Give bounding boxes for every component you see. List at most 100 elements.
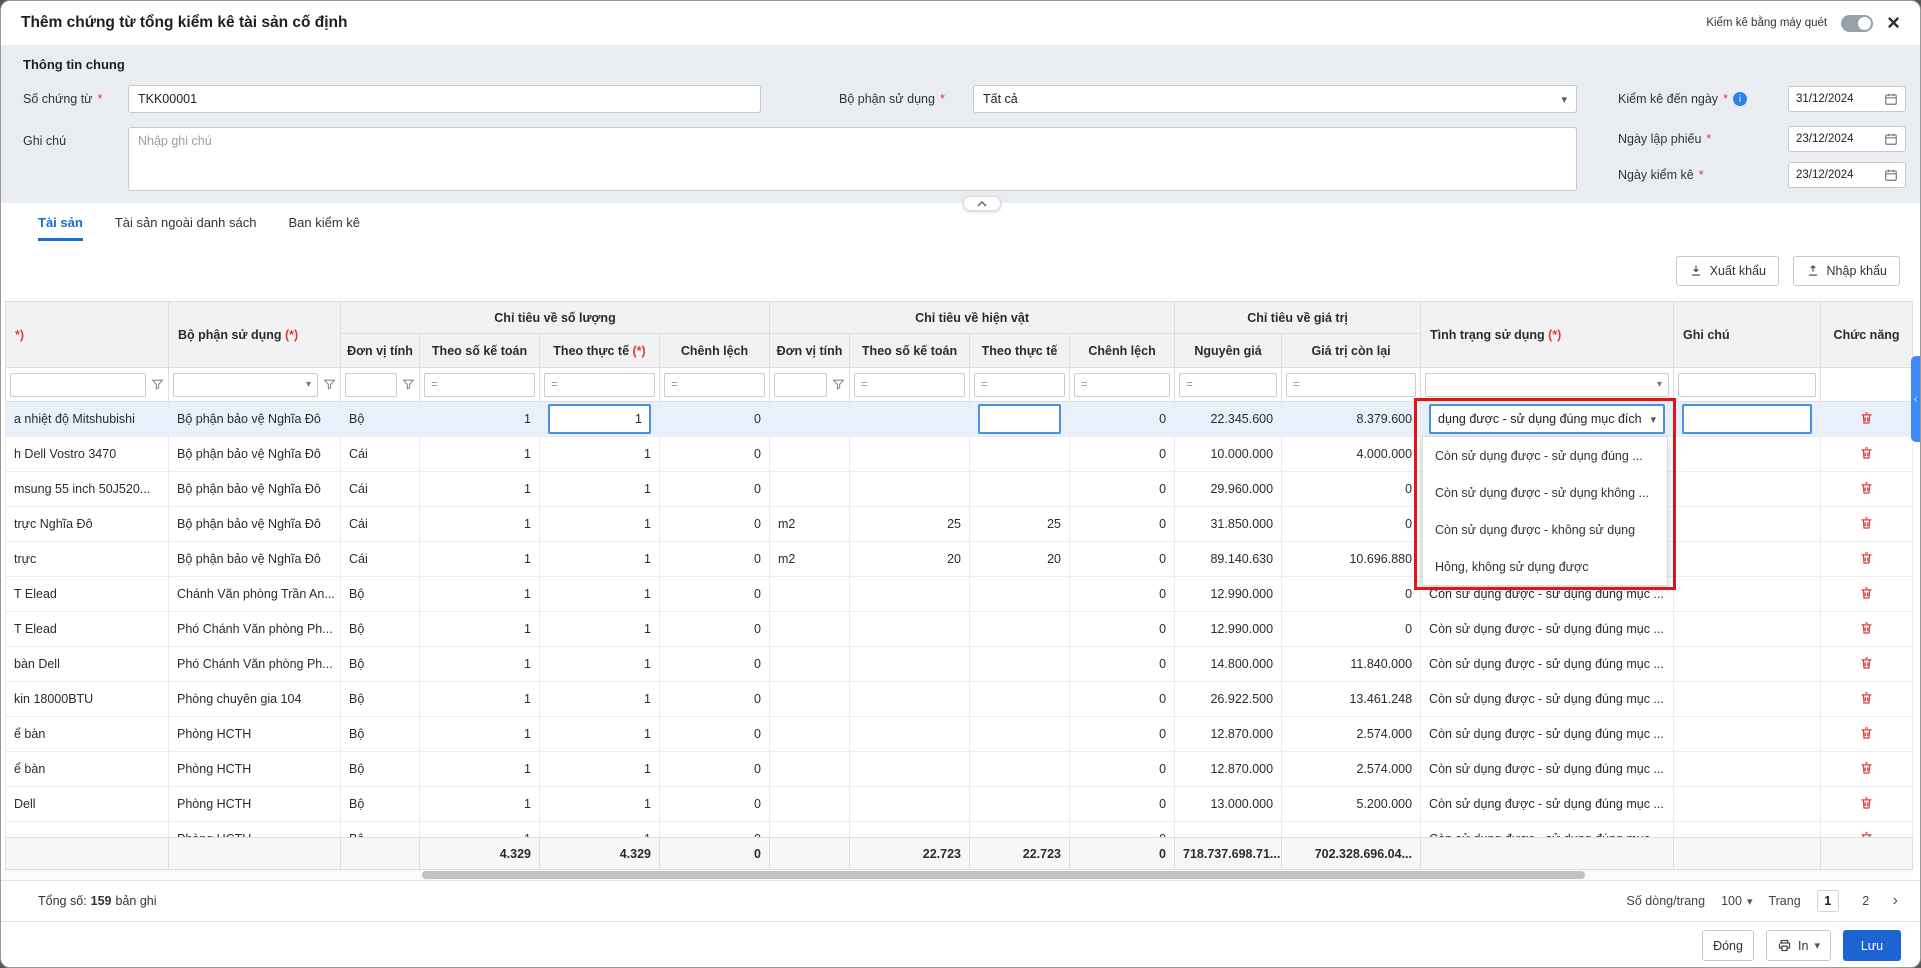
- import-button[interactable]: Nhập khẩu: [1793, 256, 1900, 286]
- delete-row-icon[interactable]: [1859, 515, 1874, 531]
- table-row[interactable]: T Elead Phó Chánh Văn phòng Ph... Bộ 1 1…: [6, 612, 1913, 647]
- cell-note: [1674, 612, 1821, 647]
- cell-phys-diff: 0: [1070, 717, 1175, 752]
- filter-qty-diff-input[interactable]: =: [664, 373, 765, 397]
- department-label: Bộ phận sử dụng*: [839, 85, 945, 113]
- filter-funnel-icon[interactable]: [323, 378, 336, 391]
- delete-row-icon[interactable]: [1859, 445, 1874, 461]
- info-icon: [1733, 92, 1747, 106]
- inventory-date-input[interactable]: 23/12/2024: [1788, 162, 1906, 188]
- delete-row-icon[interactable]: [1859, 655, 1874, 671]
- print-button[interactable]: In ▾: [1766, 930, 1831, 961]
- filter-funnel-icon[interactable]: [402, 378, 415, 391]
- document-number-input[interactable]: [128, 85, 761, 113]
- delete-row-icon[interactable]: [1859, 725, 1874, 741]
- total-phys-book: 22.723: [850, 838, 970, 870]
- table-row[interactable]: Dell Phòng HCTH Bộ 1 1 0 0 13.000.000 5.…: [6, 787, 1913, 822]
- delete-row-icon[interactable]: [1859, 410, 1874, 426]
- cell-cost: 12.870.000: [1175, 752, 1282, 787]
- page-button-1[interactable]: 1: [1817, 890, 1839, 912]
- note-cell-input[interactable]: [1682, 404, 1812, 434]
- cell-phys-book: [850, 647, 970, 682]
- table-row-selected[interactable]: a nhiệt độ Mitshubishi Bộ phận bảo vệ Ng…: [6, 402, 1913, 437]
- note-textarea[interactable]: [128, 127, 1577, 191]
- filter-phys-actual-input[interactable]: =: [974, 373, 1065, 397]
- horizontal-scrollbar-thumb[interactable]: [422, 871, 1585, 879]
- delete-row-icon[interactable]: [1859, 480, 1874, 496]
- side-panel-handle[interactable]: ‹: [1911, 356, 1920, 442]
- table-row[interactable]: ể bàn Phòng HCTH Bộ 1 1 0 0 12.870.000 2…: [6, 752, 1913, 787]
- total-qty-diff: 0: [660, 838, 770, 870]
- per-page-select[interactable]: 100 ▾: [1721, 894, 1752, 908]
- cell-phys-actual: 20: [970, 542, 1070, 577]
- filter-qty-book-input[interactable]: =: [424, 373, 535, 397]
- table-row[interactable]: bàn Dell Phó Chánh Văn phòng Ph... Bộ 1 …: [6, 647, 1913, 682]
- cell-department: Phòng HCTH: [169, 787, 341, 822]
- save-button[interactable]: Lưu: [1843, 930, 1901, 961]
- filter-cost-input[interactable]: =: [1179, 373, 1277, 397]
- cell-phys-actual: [970, 752, 1070, 787]
- horizontal-scrollbar: [5, 870, 1912, 880]
- phys-actual-input[interactable]: [978, 404, 1061, 434]
- delete-row-icon[interactable]: [1859, 690, 1874, 706]
- tab-tai-san[interactable]: Tài sản: [38, 203, 83, 241]
- filter-remaining-input[interactable]: =: [1286, 373, 1416, 397]
- table-row[interactable]: ể bàn Phòng HCTH Bộ 1 1 0 0 12.870.000 2…: [6, 717, 1913, 752]
- total-qty-book: 4.329: [420, 838, 540, 870]
- delete-row-icon[interactable]: [1859, 760, 1874, 776]
- cell-phys-diff: 0: [1070, 752, 1175, 787]
- status-combobox[interactable]: dụng được - sử dụng đúng mục đích▾: [1429, 404, 1665, 434]
- cell-qty-actual: 1: [540, 577, 660, 612]
- status-option[interactable]: Còn sử dụng được - sử dụng không ...: [1423, 474, 1667, 511]
- filter-note-input[interactable]: [1678, 373, 1816, 397]
- tab-ban-kiem-ke[interactable]: Ban kiểm kê: [288, 203, 360, 241]
- cell-note: [1674, 647, 1821, 682]
- calendar-icon: [1884, 168, 1898, 182]
- filter-funnel-icon[interactable]: [832, 378, 845, 391]
- inventory-to-date-input[interactable]: 31/12/2024: [1788, 86, 1906, 112]
- cell-remaining: 8.379.600: [1282, 402, 1421, 437]
- collapse-section-button[interactable]: [963, 196, 1001, 211]
- cell-asset-name: bàn Dell: [6, 647, 169, 682]
- qty-actual-input[interactable]: 1: [548, 404, 651, 434]
- tab-tai-san-ngoai-danh-sach[interactable]: Tài sản ngoài danh sách: [115, 203, 257, 241]
- status-option[interactable]: Còn sử dụng được - không sử dụng: [1423, 511, 1667, 548]
- cell-status: Còn sử dụng được - sử dụng đúng mục ...: [1421, 612, 1674, 647]
- export-button[interactable]: Xuất khẩu: [1676, 256, 1779, 286]
- cell-qty-diff: 0: [660, 682, 770, 717]
- delete-row-icon[interactable]: [1859, 620, 1874, 636]
- filter-unit2-input[interactable]: [774, 373, 827, 397]
- delete-row-icon[interactable]: [1859, 585, 1874, 601]
- total-remaining: 702.328.696.04...: [1282, 838, 1421, 870]
- cell-department: Chánh Văn phòng Trần An...: [169, 577, 341, 612]
- close-button[interactable]: Đóng: [1702, 930, 1754, 961]
- filter-status-select[interactable]: ▾: [1425, 373, 1669, 397]
- cell-unit2: [770, 472, 850, 507]
- status-option[interactable]: Còn sử dụng được - sử dụng đúng ...: [1423, 437, 1667, 474]
- issue-date-input[interactable]: 23/12/2024: [1788, 126, 1906, 152]
- next-page-icon[interactable]: ›: [1893, 892, 1898, 910]
- cell-note: [1674, 577, 1821, 612]
- department-select[interactable]: Tất cả▾: [973, 85, 1577, 113]
- filter-qty-actual-input[interactable]: =: [544, 373, 655, 397]
- cell-phys-book: [850, 402, 970, 437]
- column-header-asset: *): [6, 302, 169, 368]
- per-page-label: Số dòng/trang: [1627, 894, 1706, 908]
- close-icon[interactable]: ×: [1887, 12, 1900, 34]
- delete-row-icon[interactable]: [1859, 795, 1874, 811]
- page-button-2[interactable]: 2: [1855, 890, 1877, 912]
- scanner-toggle[interactable]: [1841, 15, 1873, 32]
- status-option[interactable]: Hỏng, không sử dụng được: [1423, 548, 1667, 585]
- filter-department-select[interactable]: ▾: [173, 373, 318, 397]
- filter-phys-diff-input[interactable]: =: [1074, 373, 1170, 397]
- filter-unit-input[interactable]: [345, 373, 397, 397]
- document-number-label: Số chứng từ*: [23, 85, 102, 113]
- cell-department: Bộ phận bảo vệ Nghĩa Đô: [169, 437, 341, 472]
- delete-row-icon[interactable]: [1859, 550, 1874, 566]
- cell-phys-diff: 0: [1070, 577, 1175, 612]
- filter-asset-input[interactable]: [10, 373, 146, 397]
- cell-qty-diff: 0: [660, 437, 770, 472]
- filter-funnel-icon[interactable]: [151, 378, 164, 391]
- filter-phys-book-input[interactable]: =: [854, 373, 965, 397]
- table-row[interactable]: kin 18000BTU Phòng chuyên gia 104 Bộ 1 1…: [6, 682, 1913, 717]
